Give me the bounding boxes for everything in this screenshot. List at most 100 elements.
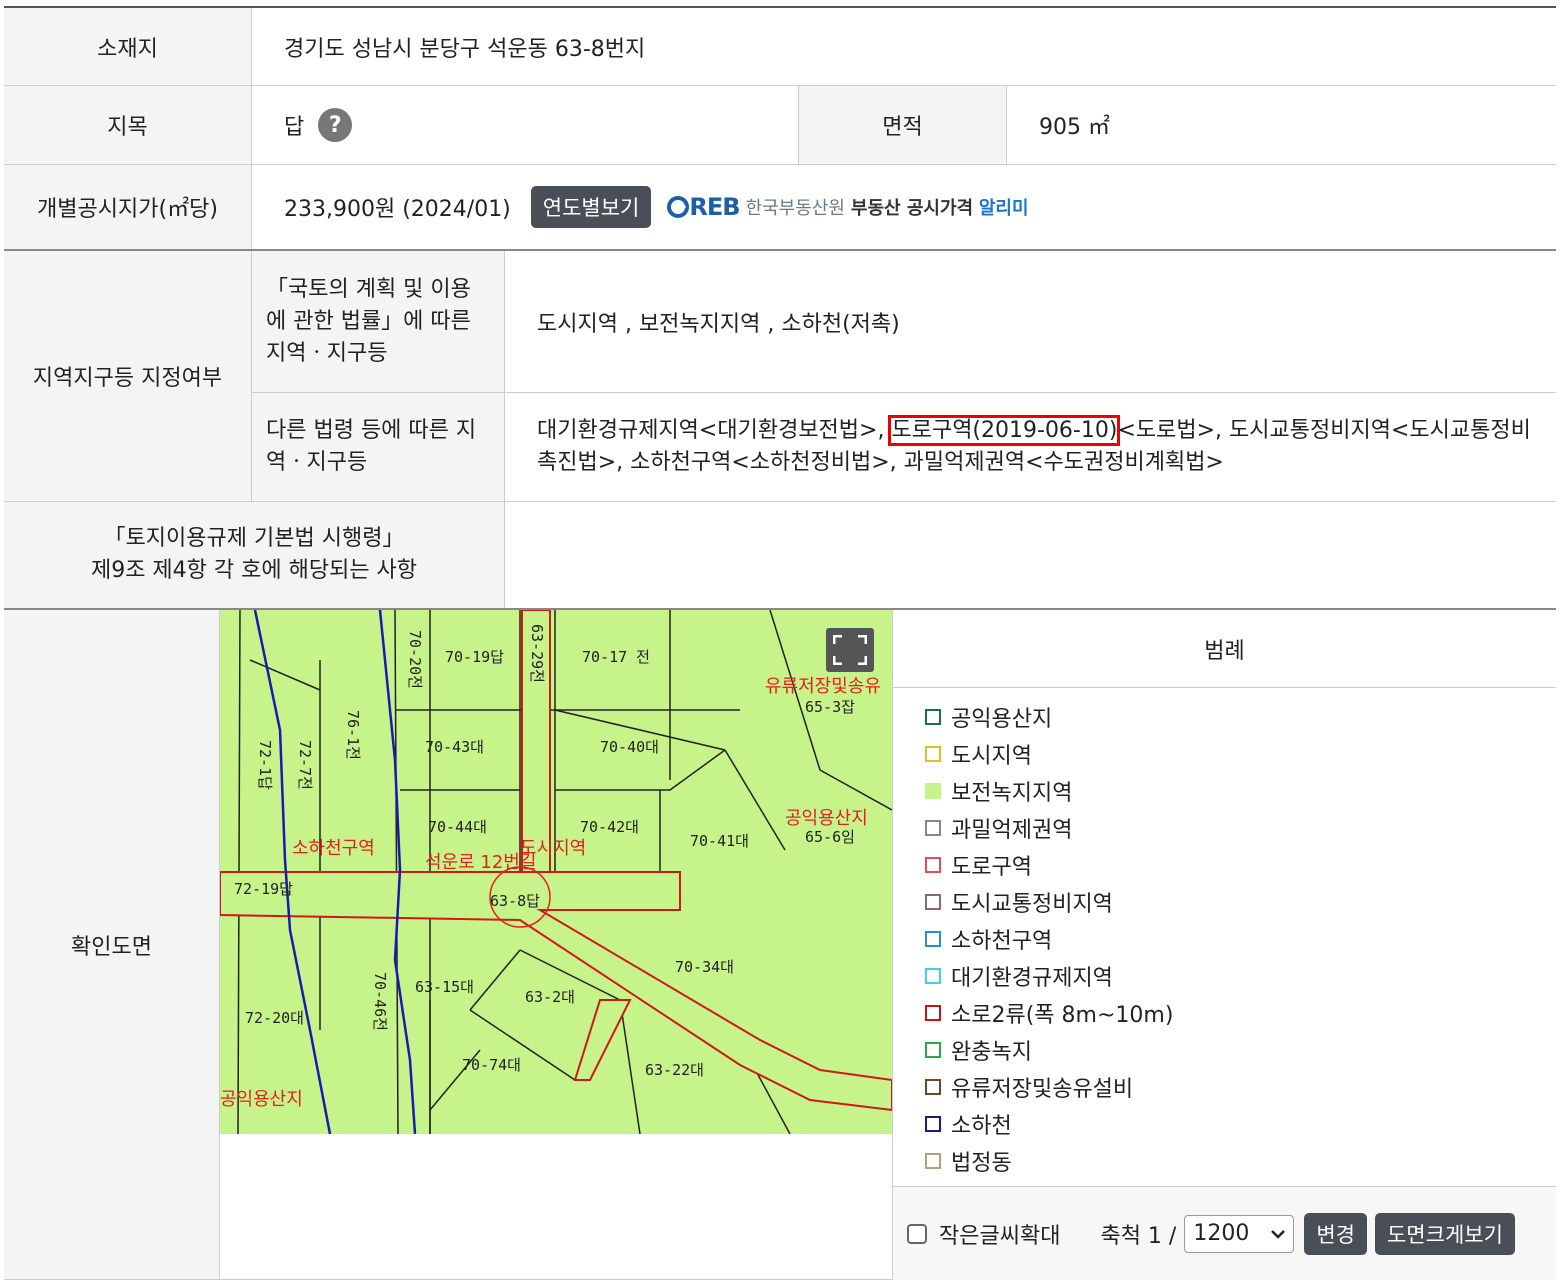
legend-label: 소로2류(폭 8m~10m)	[951, 1002, 1174, 1028]
legend-item: 공익용산지	[925, 698, 1556, 735]
svg-text:72-1답: 72-1답	[256, 740, 274, 790]
reb-org: 한국부동산원	[745, 198, 845, 219]
help-icon[interactable]: ?	[318, 108, 353, 142]
legend-swatch-icon	[925, 1004, 941, 1021]
legend-item: 보전녹지지역	[925, 772, 1556, 809]
location-label: 소재지	[4, 8, 252, 85]
legend-label: 도로구역	[951, 854, 1032, 880]
svg-text:70-41대: 70-41대	[690, 832, 749, 850]
zoning-sub2-value: 대기환경규제지역<대기환경보전법>, 도로구역(2019-06-10)<도로법>…	[505, 393, 1556, 501]
land-info-table: 소재지 경기도 성남시 분당구 석운동 63-8번지 지목 답 ? 면적 905…	[4, 6, 1556, 1280]
svg-text:70-42대: 70-42대	[580, 818, 639, 836]
svg-text:72-20대: 72-20대	[245, 1009, 304, 1027]
legend-item: 대기환경규제지역	[925, 957, 1556, 994]
zoning-row: 지역지구등 지정여부 「국토의 계획 및 이용에 관한 법률」에 따른 지역ㆍ지…	[4, 251, 1556, 502]
fullscreen-icon[interactable]	[826, 628, 874, 672]
legend-label: 소하천	[951, 1113, 1012, 1139]
reb-service2: 알리미	[978, 198, 1029, 219]
category-row: 지목 답 ? 면적 905 ㎡	[4, 86, 1556, 165]
cadastral-map[interactable]: 70-19답 70-17 전 70-20전 63-29전 70-43대 70-4…	[220, 610, 892, 1134]
price-cell: 233,900원 (2024/01) 연도별보기 REB 한국부동산원 부동산 …	[252, 165, 1556, 249]
reb-link[interactable]: REB 한국부동산원 부동산 공시가격 알리미	[667, 193, 1029, 221]
svg-text:70-46전: 70-46전	[371, 972, 389, 1031]
regulation-value	[505, 502, 1556, 608]
legend-item: 완충녹지	[925, 1031, 1556, 1068]
road-zone-highlight: 도로구역(2019-06-10)	[888, 415, 1121, 446]
svg-text:70-34대: 70-34대	[675, 958, 734, 976]
area-label: 면적	[799, 86, 1007, 164]
regulation-label-line2: 제9조 제4항 각 호에 해당되는 사항	[90, 558, 418, 583]
legend-swatch-icon	[925, 930, 941, 947]
svg-text:72-7전: 72-7전	[296, 740, 314, 790]
yearly-view-button[interactable]: 연도별보기	[530, 186, 652, 228]
legend-swatch-icon	[925, 1041, 941, 1058]
svg-text:70-40대: 70-40대	[600, 738, 659, 756]
svg-text:공익용산지: 공익용산지	[785, 808, 868, 829]
legend-swatch-icon	[925, 1152, 941, 1169]
regulation-label: 「토지이용규제 기본법 시행령」 제9조 제4항 각 호에 해당되는 사항	[4, 502, 505, 608]
legend-item: 소하천구역	[925, 920, 1556, 957]
regulation-row: 「토지이용규제 기본법 시행령」 제9조 제4항 각 호에 해당되는 사항	[4, 502, 1556, 610]
legend-item: 소하천	[925, 1105, 1556, 1142]
chevron-down-icon	[1271, 1229, 1286, 1239]
svg-text:70-17 전: 70-17 전	[582, 648, 650, 666]
reb-logo-icon	[667, 196, 690, 218]
zoning-label: 지역지구등 지정여부	[4, 251, 252, 501]
svg-text:63-15대: 63-15대	[415, 978, 474, 996]
land-category-label: 지목	[4, 86, 252, 164]
scale-select[interactable]: 1200	[1184, 1214, 1295, 1253]
zoning-sub2-label: 다른 법령 등에 따른 지역ㆍ지구등	[252, 393, 505, 501]
legend-label: 완충녹지	[951, 1039, 1032, 1065]
zoning-sub1-label: 「국토의 계획 및 이용에 관한 법률」에 따른 지역ㆍ지구등	[252, 251, 505, 393]
svg-text:70-74대: 70-74대	[462, 1056, 521, 1074]
svg-text:63-22대: 63-22대	[645, 1061, 704, 1079]
svg-text:석운로 12번길: 석운로 12번길	[425, 852, 536, 873]
legend-label: 공익용산지	[951, 706, 1053, 732]
legend-swatch-icon	[925, 1078, 941, 1095]
legend-swatch-icon	[925, 819, 941, 836]
legend-label: 보전녹지지역	[951, 780, 1073, 806]
legend-swatch-icon	[925, 745, 941, 762]
map-row: 확인도면 70-19답 70-17 전 70-20전 63-29전 70-43대…	[4, 610, 1556, 1280]
map-drawing: 70-19답 70-17 전 70-20전 63-29전 70-43대 70-4…	[220, 610, 892, 1134]
legend-label: 소하천구역	[951, 928, 1053, 954]
svg-text:70-44대: 70-44대	[428, 818, 487, 836]
map-controls: 작은글씨확대 축척 1 / 1200 변경 도면크게보기	[892, 1186, 1556, 1280]
enlarge-text-checkbox[interactable]	[907, 1223, 927, 1244]
svg-text:63-29전: 63-29전	[528, 624, 546, 683]
enlarge-text-label: 작은글씨확대	[939, 1223, 1061, 1249]
svg-text:70-19답: 70-19답	[445, 648, 504, 666]
svg-text:유류저장및송유: 유류저장및송유	[765, 676, 881, 697]
svg-text:63-8답: 63-8답	[490, 892, 540, 910]
svg-text:70-43대: 70-43대	[425, 738, 484, 756]
land-category-cell: 답 ?	[252, 86, 799, 164]
reb-logo-text: REB	[689, 193, 740, 221]
legend-label: 법정동	[951, 1150, 1012, 1176]
land-category-value: 답	[284, 115, 305, 140]
legend-item: 과밀억제권역	[925, 809, 1556, 846]
legend-item: 도시교통정비지역	[925, 883, 1556, 920]
legend-swatch-icon	[925, 893, 941, 910]
legend-swatch-icon	[925, 708, 941, 725]
zoning-sub1-value: 도시지역 , 보전녹지지역 , 소하천(저촉)	[505, 251, 1556, 393]
svg-text:76-1전: 76-1전	[344, 710, 362, 760]
price-label: 개별공시지가(㎡당)	[4, 165, 252, 249]
svg-text:공익용산지: 공익용산지	[220, 1089, 303, 1110]
change-scale-button[interactable]: 변경	[1304, 1212, 1367, 1255]
legend-swatch-icon	[925, 782, 941, 799]
location-row: 소재지 경기도 성남시 분당구 석운동 63-8번지	[4, 8, 1556, 86]
legend-item: 도시지역	[925, 735, 1556, 772]
zoning-sub2-before: 대기환경규제지역<대기환경보전법>,	[537, 418, 892, 443]
view-large-map-button[interactable]: 도면크게보기	[1374, 1212, 1515, 1255]
legend-swatch-icon	[925, 967, 941, 984]
legend-label: 과밀억제권역	[951, 817, 1073, 843]
svg-text:70-20전: 70-20전	[406, 630, 424, 689]
svg-text:소하천구역: 소하천구역	[292, 838, 375, 859]
svg-text:63-2대: 63-2대	[525, 988, 575, 1006]
legend-label: 대기환경규제지역	[951, 965, 1113, 991]
legend-list: 공익용산지도시지역보전녹지지역과밀억제권역도로구역도시교통정비지역소하천구역대기…	[893, 688, 1556, 1179]
legend-item: 도로구역	[925, 846, 1556, 883]
price-value: 233,900원 (2024/01)	[284, 197, 511, 222]
reb-service1: 부동산 공시가격	[850, 198, 974, 219]
legend-swatch-icon	[925, 856, 941, 873]
